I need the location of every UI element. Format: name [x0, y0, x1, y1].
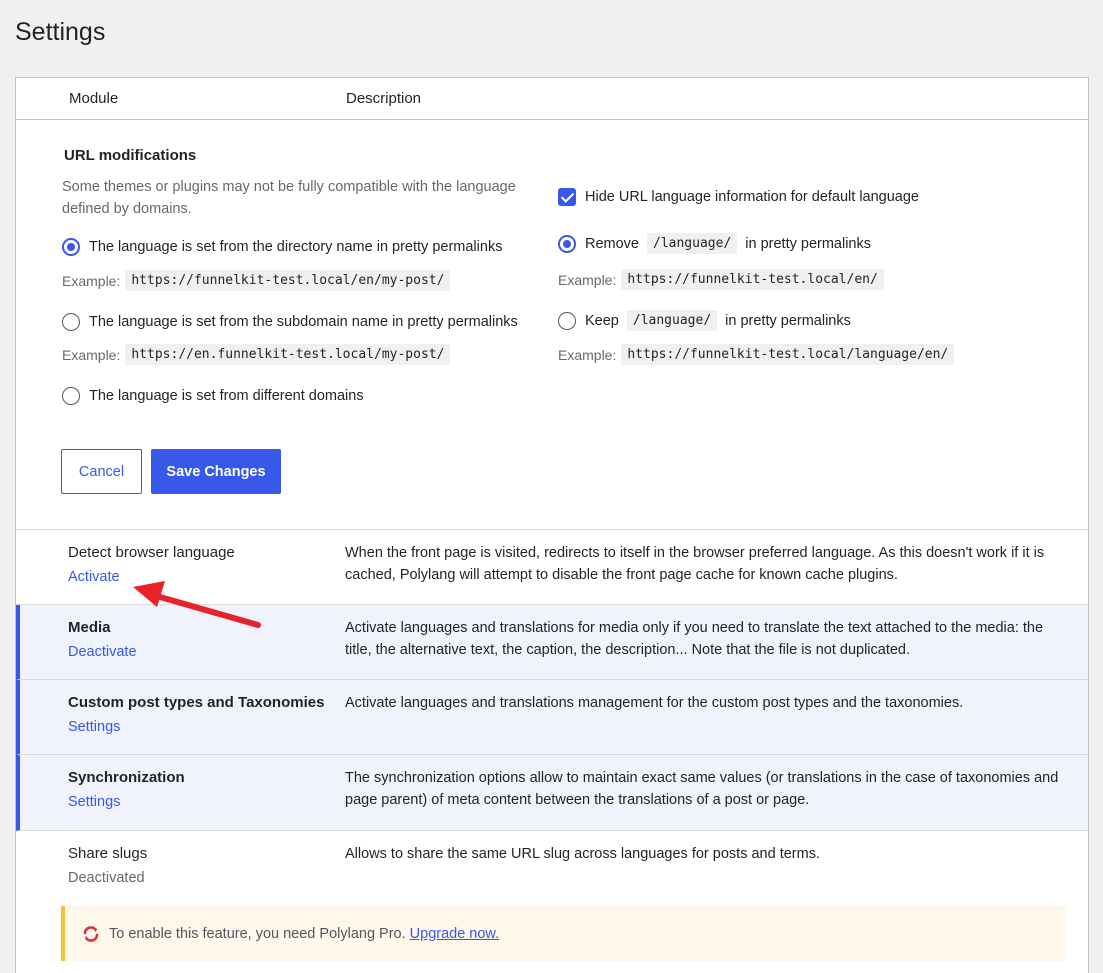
upgrade-notice: To enable this feature, you need Polylan…	[61, 906, 1065, 961]
radio-icon[interactable]	[558, 311, 576, 330]
sync-icon	[83, 925, 99, 942]
module-row-custom-post-types: Custom post types and Taxonomies Setting…	[16, 680, 1088, 755]
example-directory: Example: https://funnelkit-test.local/en…	[62, 270, 451, 291]
module-description: When the front page is visited, redirect…	[345, 545, 1045, 583]
module-name: Synchronization	[68, 769, 185, 786]
checkbox-checked-icon[interactable]	[558, 188, 576, 206]
radio-icon[interactable]	[558, 234, 576, 253]
radio-icon[interactable]	[62, 238, 80, 256]
checkbox-hide-default-language[interactable]: Hide URL language information for defaul…	[558, 188, 919, 206]
module-name: Share slugs	[68, 845, 148, 862]
module-description: The synchronization options allow to mai…	[345, 770, 1059, 808]
example-remove: Example: https://funnelkit-test.local/en…	[558, 269, 884, 290]
module-description: Activate languages and translations mana…	[345, 695, 964, 711]
radio-icon[interactable]	[62, 387, 80, 405]
radio-different-domains[interactable]: The language is set from different domai…	[62, 387, 364, 405]
deactivated-status: Deactivated	[68, 870, 145, 886]
example-subdomain: Example: https://en.funnelkit-test.local…	[62, 344, 451, 365]
module-row-synchronization: Synchronization Settings The synchroniza…	[16, 755, 1088, 831]
red-arrow-annotation	[133, 581, 261, 628]
column-module: Module	[69, 90, 119, 107]
activate-link[interactable]: Activate	[68, 569, 120, 585]
radio-remove-language[interactable]: Remove /language/ in pretty permalinks	[558, 233, 871, 254]
example-keep: Example: https://funnelkit-test.local/la…	[558, 344, 955, 365]
module-description: Allows to share the same URL slug across…	[345, 846, 820, 862]
notice-text: To enable this feature, you need Polylan…	[109, 925, 406, 942]
module-name: Media	[68, 619, 111, 636]
cancel-button[interactable]: Cancel	[61, 449, 142, 494]
compat-note: Some themes or plugins may not be fully …	[62, 179, 516, 217]
url-modifications-section: URL modifications Some themes or plugins…	[16, 120, 1088, 530]
settings-panel: Module Description URL modifications Som…	[15, 77, 1089, 973]
settings-link[interactable]: Settings	[68, 719, 120, 735]
column-description: Description	[346, 90, 422, 107]
radio-subdomain-name[interactable]: The language is set from the subdomain n…	[62, 313, 518, 331]
deactivate-link[interactable]: Deactivate	[68, 644, 137, 660]
module-description: Activate languages and translations for …	[345, 620, 1044, 658]
section-heading: URL modifications	[64, 147, 197, 164]
radio-directory-name[interactable]: The language is set from the directory n…	[62, 238, 502, 256]
module-name: Custom post types and Taxonomies	[68, 694, 325, 711]
settings-link[interactable]: Settings	[68, 794, 120, 810]
radio-icon[interactable]	[62, 313, 80, 331]
save-changes-button[interactable]: Save Changes	[151, 449, 281, 494]
upgrade-now-link[interactable]: Upgrade now.	[410, 926, 499, 942]
page-title: Settings	[15, 18, 106, 46]
radio-keep-language[interactable]: Keep /language/ in pretty permalinks	[558, 310, 851, 331]
module-name: Detect browser language	[68, 544, 235, 561]
table-header: Module Description	[16, 78, 1088, 120]
